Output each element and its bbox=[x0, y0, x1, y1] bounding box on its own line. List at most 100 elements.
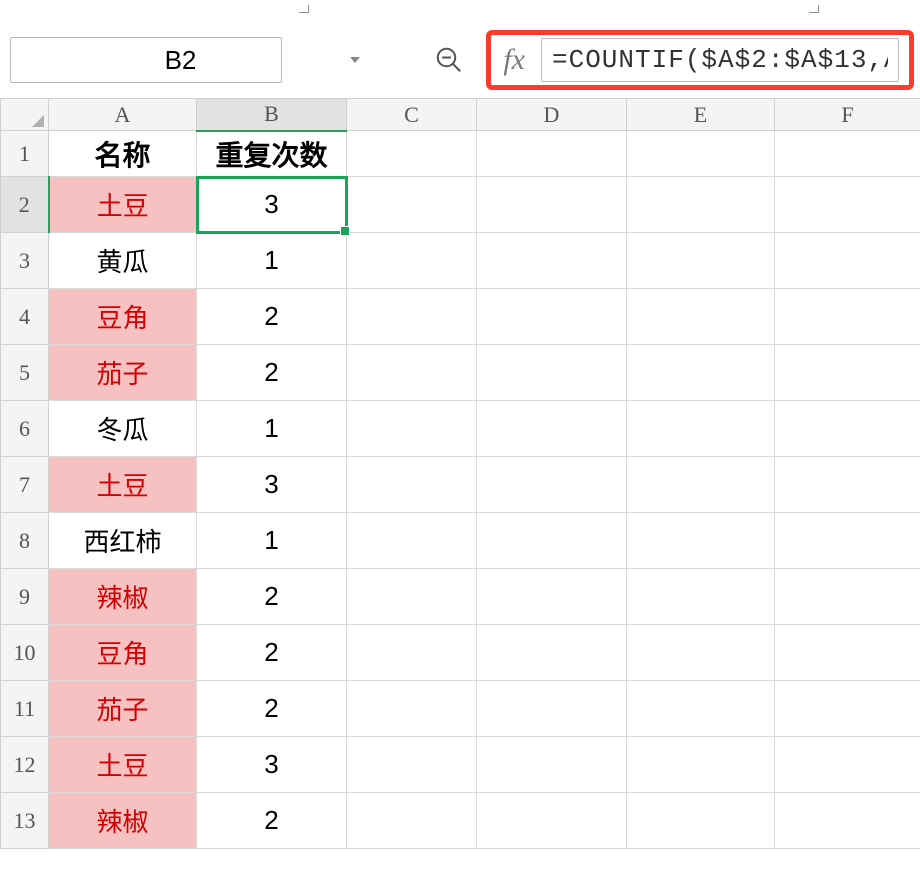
cell[interactable] bbox=[477, 289, 627, 345]
select-all-corner[interactable] bbox=[1, 99, 49, 131]
cell[interactable] bbox=[477, 513, 627, 569]
row-header[interactable]: 13 bbox=[1, 793, 49, 849]
formula-input-wrap[interactable] bbox=[541, 38, 899, 82]
cell-A4[interactable]: 豆角 bbox=[49, 289, 197, 345]
cell-B13[interactable]: 2 bbox=[197, 793, 347, 849]
column-header-E[interactable]: E bbox=[627, 99, 775, 131]
cell[interactable] bbox=[477, 233, 627, 289]
row-header[interactable]: 3 bbox=[1, 233, 49, 289]
cell[interactable] bbox=[627, 793, 775, 849]
row-header[interactable]: 7 bbox=[1, 457, 49, 513]
cell-B8[interactable]: 1 bbox=[197, 513, 347, 569]
cell[interactable] bbox=[347, 401, 477, 457]
column-header-B[interactable]: B bbox=[197, 99, 347, 131]
name-box-input[interactable] bbox=[11, 44, 350, 77]
cell-B7[interactable]: 3 bbox=[197, 457, 347, 513]
cell[interactable] bbox=[627, 345, 775, 401]
cell[interactable] bbox=[347, 681, 477, 737]
cell[interactable] bbox=[775, 233, 920, 289]
cell-A11[interactable]: 茄子 bbox=[49, 681, 197, 737]
row-header[interactable]: 12 bbox=[1, 737, 49, 793]
cell[interactable] bbox=[347, 569, 477, 625]
cell[interactable] bbox=[477, 569, 627, 625]
cell[interactable] bbox=[775, 401, 920, 457]
cell[interactable] bbox=[775, 457, 920, 513]
row-header[interactable]: 5 bbox=[1, 345, 49, 401]
cell-B5[interactable]: 2 bbox=[197, 345, 347, 401]
cell-A9[interactable]: 辣椒 bbox=[49, 569, 197, 625]
formula-input[interactable] bbox=[550, 44, 890, 76]
spreadsheet-grid[interactable]: A B C D E F 1 名称 重复次数 2 土豆 3 3 黄瓜 1 4 豆角… bbox=[0, 98, 920, 849]
zoom-out-button[interactable] bbox=[426, 37, 472, 83]
cell[interactable] bbox=[775, 793, 920, 849]
cell[interactable] bbox=[775, 289, 920, 345]
cell[interactable] bbox=[627, 513, 775, 569]
cell-A13[interactable]: 辣椒 bbox=[49, 793, 197, 849]
cell[interactable] bbox=[347, 177, 477, 233]
cell[interactable] bbox=[477, 131, 627, 177]
cell[interactable] bbox=[627, 401, 775, 457]
cell[interactable] bbox=[347, 289, 477, 345]
row-header[interactable]: 11 bbox=[1, 681, 49, 737]
cell[interactable] bbox=[775, 177, 920, 233]
cell-A6[interactable]: 冬瓜 bbox=[49, 401, 197, 457]
cell[interactable] bbox=[627, 131, 775, 177]
cell[interactable] bbox=[477, 681, 627, 737]
cell[interactable] bbox=[477, 177, 627, 233]
cell-B11[interactable]: 2 bbox=[197, 681, 347, 737]
cell[interactable] bbox=[775, 131, 920, 177]
cell[interactable] bbox=[775, 569, 920, 625]
row-header[interactable]: 2 bbox=[1, 177, 49, 233]
cell-B12[interactable]: 3 bbox=[197, 737, 347, 793]
column-header-A[interactable]: A bbox=[49, 99, 197, 131]
cell-B1[interactable]: 重复次数 bbox=[197, 131, 347, 177]
cell[interactable] bbox=[775, 513, 920, 569]
cell[interactable] bbox=[775, 345, 920, 401]
cell-A3[interactable]: 黄瓜 bbox=[49, 233, 197, 289]
row-header[interactable]: 6 bbox=[1, 401, 49, 457]
cell-A1[interactable]: 名称 bbox=[49, 131, 197, 177]
cell-B6[interactable]: 1 bbox=[197, 401, 347, 457]
row-header[interactable]: 9 bbox=[1, 569, 49, 625]
cell[interactable] bbox=[627, 737, 775, 793]
cell[interactable] bbox=[775, 681, 920, 737]
cell[interactable] bbox=[627, 681, 775, 737]
cell-B9[interactable]: 2 bbox=[197, 569, 347, 625]
cell[interactable] bbox=[477, 345, 627, 401]
cell[interactable] bbox=[627, 177, 775, 233]
cell-A12[interactable]: 土豆 bbox=[49, 737, 197, 793]
cell[interactable] bbox=[347, 131, 477, 177]
cell[interactable] bbox=[347, 513, 477, 569]
cell[interactable] bbox=[627, 233, 775, 289]
cell[interactable] bbox=[477, 737, 627, 793]
row-header[interactable]: 4 bbox=[1, 289, 49, 345]
cell[interactable] bbox=[477, 625, 627, 681]
fx-label[interactable]: fx bbox=[497, 43, 531, 77]
cell[interactable] bbox=[347, 793, 477, 849]
cell[interactable] bbox=[775, 737, 920, 793]
column-header-C[interactable]: C bbox=[347, 99, 477, 131]
cell-B10[interactable]: 2 bbox=[197, 625, 347, 681]
cell[interactable] bbox=[477, 401, 627, 457]
cell-A7[interactable]: 土豆 bbox=[49, 457, 197, 513]
cell[interactable] bbox=[347, 737, 477, 793]
cell[interactable] bbox=[347, 345, 477, 401]
cell-B3[interactable]: 1 bbox=[197, 233, 347, 289]
cell[interactable] bbox=[347, 625, 477, 681]
cell[interactable] bbox=[775, 625, 920, 681]
cell[interactable] bbox=[627, 289, 775, 345]
column-header-D[interactable]: D bbox=[477, 99, 627, 131]
row-header[interactable]: 10 bbox=[1, 625, 49, 681]
cell-A5[interactable]: 茄子 bbox=[49, 345, 197, 401]
cell-A2[interactable]: 土豆 bbox=[49, 177, 197, 233]
column-header-F[interactable]: F bbox=[775, 99, 920, 131]
cell[interactable] bbox=[477, 793, 627, 849]
cell-B2[interactable]: 3 bbox=[197, 177, 347, 233]
name-box[interactable] bbox=[10, 37, 282, 83]
cell[interactable] bbox=[347, 233, 477, 289]
cell-A10[interactable]: 豆角 bbox=[49, 625, 197, 681]
cell[interactable] bbox=[627, 569, 775, 625]
cell[interactable] bbox=[627, 625, 775, 681]
row-header[interactable]: 8 bbox=[1, 513, 49, 569]
row-header[interactable]: 1 bbox=[1, 131, 49, 177]
